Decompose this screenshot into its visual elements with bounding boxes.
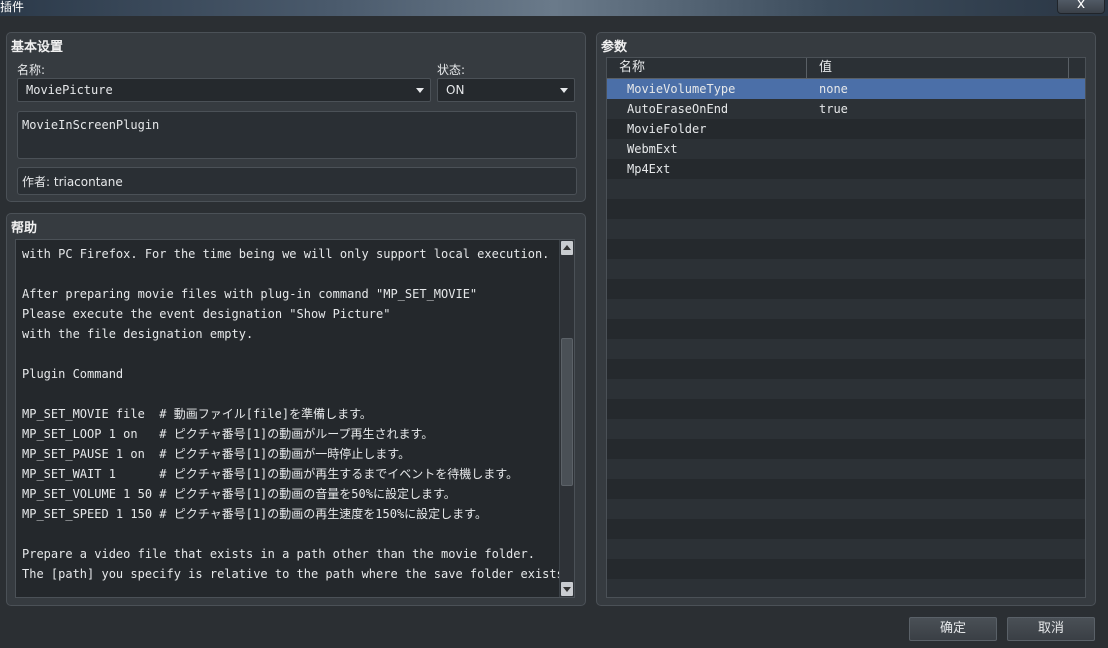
empty-row	[607, 319, 1085, 339]
params-title: 参数	[601, 40, 628, 55]
empty-row	[607, 519, 1085, 539]
chevron-down-icon	[560, 88, 568, 93]
plugin-name-select[interactable]: MoviePicture	[17, 78, 431, 102]
description-field[interactable]: MovieInScreenPlugin	[17, 111, 577, 159]
params-table-header: 名称 值	[607, 58, 1085, 79]
scroll-up-arrow-icon[interactable]	[561, 241, 573, 255]
help-line: MP_SET_MOVIE file # 動画ファイル[file]を準備します。	[22, 407, 372, 421]
empty-row	[607, 499, 1085, 519]
cancel-button[interactable]: 取消	[1007, 617, 1095, 641]
empty-row	[607, 579, 1085, 597]
status-value: ON	[446, 83, 465, 97]
empty-row	[607, 339, 1085, 359]
help-line: The [path] you specify is relative to th…	[22, 567, 572, 581]
ok-button[interactable]: 确定	[909, 617, 997, 641]
params-table: 名称 值 MovieVolumeType none AutoEraseOnEnd tr…	[606, 57, 1086, 598]
empty-row	[607, 419, 1085, 439]
help-scrollbar[interactable]	[559, 240, 574, 597]
basic-settings-title: 基本设置	[11, 40, 64, 55]
name-label: 名称:	[17, 63, 46, 77]
empty-row	[607, 219, 1085, 239]
param-value: none	[819, 82, 848, 96]
status-select[interactable]: ON	[437, 78, 575, 102]
empty-row	[607, 199, 1085, 219]
help-text-area[interactable]: with PC Firefox. For the time being we w…	[15, 239, 575, 598]
chevron-down-icon	[416, 88, 424, 93]
window-title: 插件	[0, 0, 25, 14]
empty-row	[607, 279, 1085, 299]
param-name: MovieFolder	[627, 122, 707, 136]
param-name: WebmExt	[627, 142, 678, 156]
author-field[interactable]: 作者: triacontane	[17, 167, 577, 195]
help-line: MP_SET_SPEED 1 150 # ピクチャ番号[1]の動画の再生速度を1…	[22, 507, 487, 521]
help-title: 帮助	[11, 221, 38, 236]
help-line: MP_SET_VOLUME 1 50 # ピクチャ番号[1]の動画の音量を50%…	[22, 487, 456, 501]
empty-row	[607, 539, 1085, 559]
empty-row	[607, 459, 1085, 479]
help-line: with the file designation empty.	[22, 327, 254, 341]
author-text: 作者: triacontane	[22, 175, 123, 189]
scroll-thumb[interactable]	[561, 338, 573, 486]
plugin-name-value: MoviePicture	[26, 83, 113, 97]
empty-row	[607, 379, 1085, 399]
empty-row	[607, 359, 1085, 379]
param-name: Mp4Ext	[627, 162, 671, 176]
empty-row	[607, 259, 1085, 279]
column-header-name[interactable]: 名称	[607, 58, 807, 78]
help-line: Please execute the event designation "Sh…	[22, 307, 391, 321]
param-row[interactable]: AutoEraseOnEnd true	[607, 99, 1085, 119]
status-label: 状态:	[437, 63, 466, 77]
param-name: AutoEraseOnEnd	[627, 102, 729, 116]
help-line: MP_SET_WAIT 1 # ピクチャ番号[1]の動画が再生するまでイベントを…	[22, 467, 519, 481]
empty-row	[607, 239, 1085, 259]
title-bar: 插件	[0, 0, 1108, 16]
help-line: Prepare a video file that exists in a pa…	[22, 547, 535, 561]
empty-row	[607, 399, 1085, 419]
close-button[interactable]: x	[1057, 0, 1105, 14]
param-row[interactable]: MovieFolder	[607, 119, 1085, 139]
param-name: MovieVolumeType	[627, 82, 736, 96]
help-line: MP_SET_LOOP 1 on # ピクチャ番号[1]の動画がループ再生されま…	[22, 427, 434, 441]
empty-row	[607, 559, 1085, 579]
empty-row	[607, 439, 1085, 459]
basic-settings-panel: 基本设置 名称: 状态: MoviePicture ON MovieInScre…	[6, 32, 586, 202]
empty-row	[607, 299, 1085, 319]
scroll-down-arrow-icon[interactable]	[561, 582, 573, 596]
help-line: After preparing movie files with plug-in…	[22, 287, 478, 301]
help-line: Plugin Command	[22, 367, 124, 381]
empty-row	[607, 179, 1085, 199]
param-row[interactable]: MovieVolumeType none	[607, 79, 1085, 99]
empty-row	[607, 479, 1085, 499]
param-row[interactable]: Mp4Ext	[607, 159, 1085, 179]
help-line: MP_SET_PAUSE 1 on # ピクチャ番号[1]の動画が一時停止します…	[22, 447, 411, 461]
param-value: true	[819, 102, 848, 116]
help-line: with PC Firefox. For the time being we w…	[22, 247, 550, 261]
column-header-value[interactable]: 值	[807, 58, 1069, 78]
description-text: MovieInScreenPlugin	[22, 118, 160, 132]
param-row[interactable]: WebmExt	[607, 139, 1085, 159]
